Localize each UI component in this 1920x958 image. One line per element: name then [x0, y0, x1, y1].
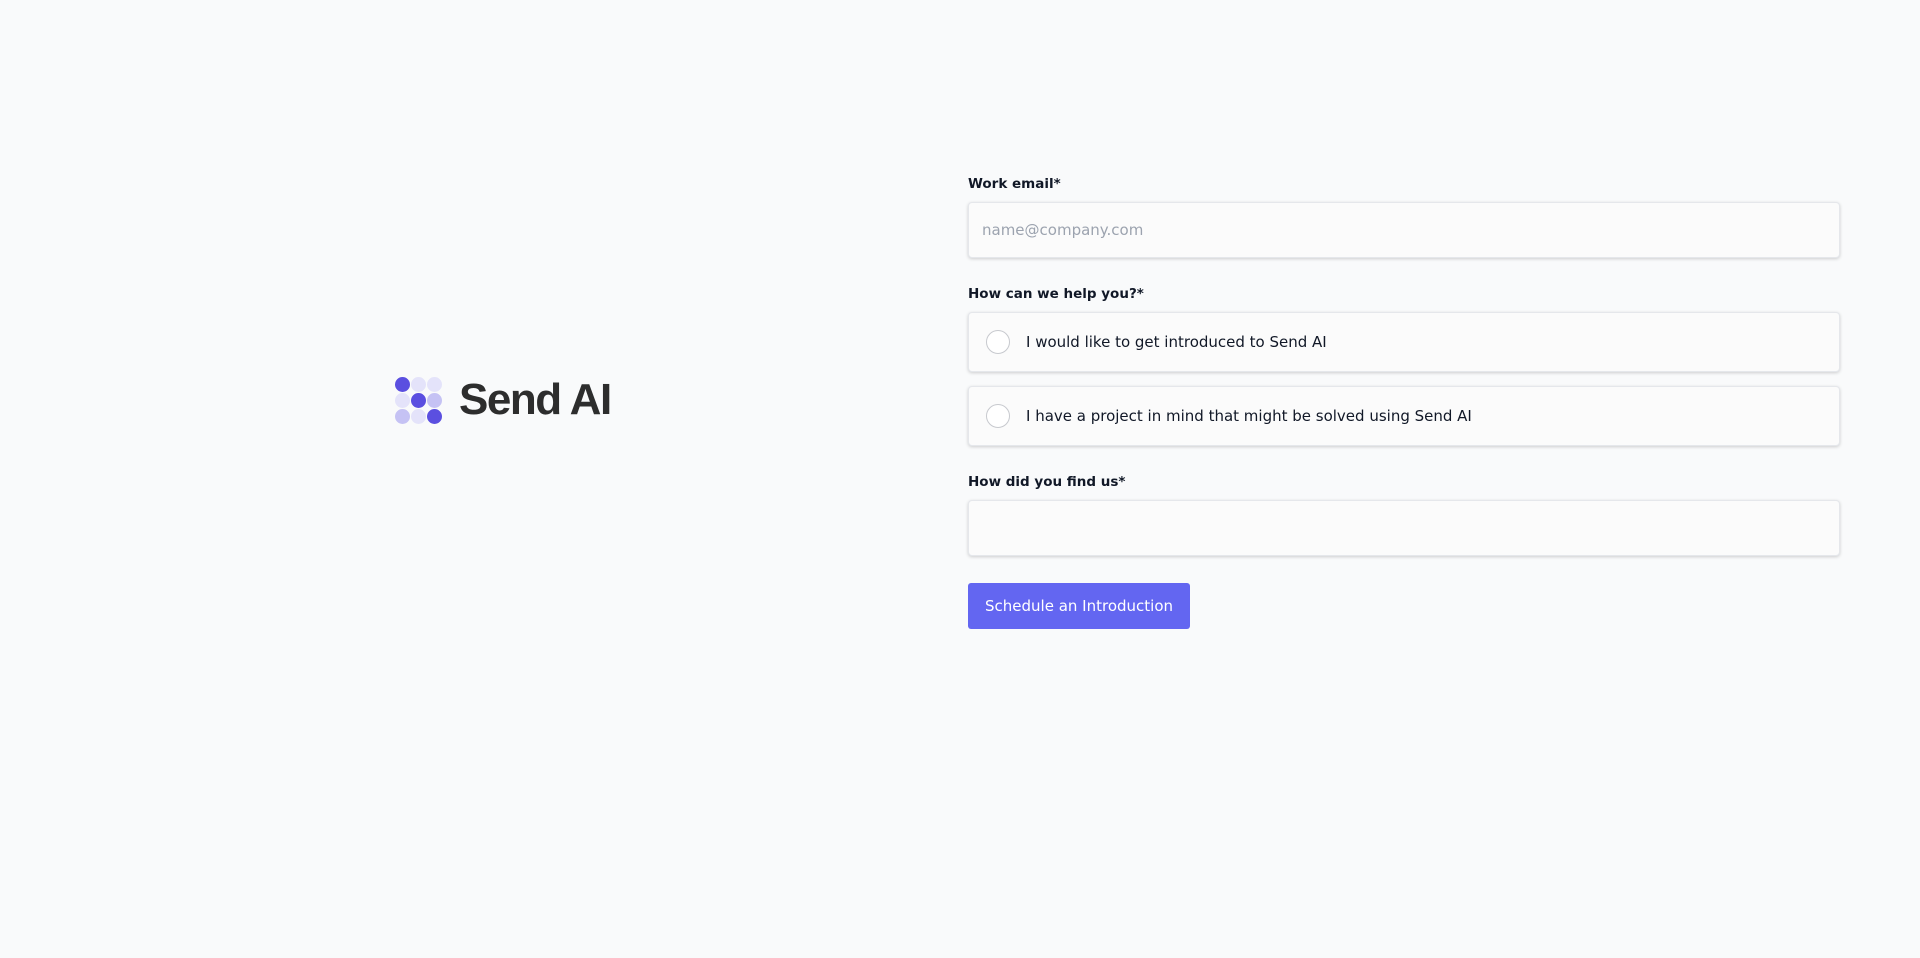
find-us-label: How did you find us* — [968, 474, 1126, 490]
help-label: How can we help you?* — [968, 286, 1144, 302]
brand-name: Send AI — [459, 375, 612, 424]
option-project-label: I have a project in mind that might be s… — [1026, 407, 1472, 425]
find-us-group: How did you find us* — [968, 474, 1840, 556]
work-email-label: Work email* — [968, 176, 1061, 192]
option-introduction[interactable]: I would like to get introduced to Send A… — [968, 312, 1840, 372]
logo-dot — [427, 376, 442, 392]
send-ai-logo-icon — [395, 376, 442, 424]
logo-dot — [411, 408, 426, 424]
logo-dot — [427, 392, 442, 408]
introduction-form: Work email* How can we help you?* I woul… — [968, 176, 1840, 629]
work-email-group: Work email* — [968, 176, 1840, 258]
page: Send AI Work email* How can we help you?… — [0, 0, 1920, 958]
option-introduction-radio[interactable] — [986, 330, 1010, 354]
logo-dot — [411, 392, 426, 408]
brand: Send AI — [395, 375, 612, 425]
find-us-input[interactable] — [968, 500, 1840, 556]
schedule-introduction-button[interactable]: Schedule an Introduction — [968, 583, 1190, 629]
logo-dot — [427, 408, 442, 424]
option-project[interactable]: I have a project in mind that might be s… — [968, 386, 1840, 446]
help-group: How can we help you?* I would like to ge… — [968, 286, 1840, 446]
logo-dot — [395, 376, 410, 392]
option-project-radio[interactable] — [986, 404, 1010, 428]
logo-dot — [395, 408, 410, 424]
logo-dot — [411, 376, 426, 392]
option-introduction-label: I would like to get introduced to Send A… — [1026, 333, 1327, 351]
work-email-input[interactable] — [968, 202, 1840, 258]
logo-dot — [395, 392, 410, 408]
